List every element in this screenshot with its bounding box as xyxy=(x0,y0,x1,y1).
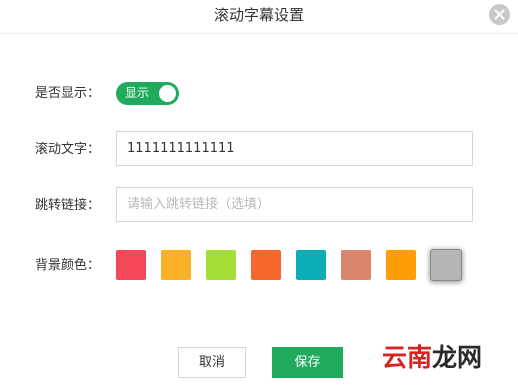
color-swatch[interactable] xyxy=(206,250,236,280)
scroll-text-label: 滚动文字： xyxy=(35,142,101,157)
color-swatch[interactable] xyxy=(386,250,416,280)
color-swatch[interactable] xyxy=(296,250,326,280)
jump-link-input[interactable] xyxy=(116,187,473,222)
dialog-header: 滚动字幕设置 xyxy=(0,0,518,34)
color-swatch[interactable] xyxy=(251,250,281,280)
watermark-dark-text: 龙网 xyxy=(432,343,483,372)
scroll-text-input[interactable] xyxy=(116,131,473,166)
watermark-logo: 云南龙网 xyxy=(382,343,482,373)
cancel-button[interactable]: 取消 xyxy=(178,347,246,378)
close-icon xyxy=(494,9,505,20)
jump-link-label: 跳转链接： xyxy=(35,198,101,213)
toggle-knob xyxy=(159,85,176,102)
toggle-label: 显示 xyxy=(125,86,150,100)
color-swatch[interactable] xyxy=(161,250,191,280)
color-swatch[interactable] xyxy=(116,250,146,280)
display-label: 是否显示： xyxy=(35,86,101,101)
save-button[interactable]: 保存 xyxy=(272,347,343,378)
display-toggle[interactable]: 显示 xyxy=(116,82,179,105)
close-button[interactable] xyxy=(489,4,510,25)
color-swatch[interactable] xyxy=(341,250,371,280)
watermark-red-text: 云南 xyxy=(382,343,433,372)
color-swatch[interactable] xyxy=(431,250,461,280)
dialog-title: 滚动字幕设置 xyxy=(213,6,304,24)
bg-color-label: 背景颜色： xyxy=(35,258,101,273)
